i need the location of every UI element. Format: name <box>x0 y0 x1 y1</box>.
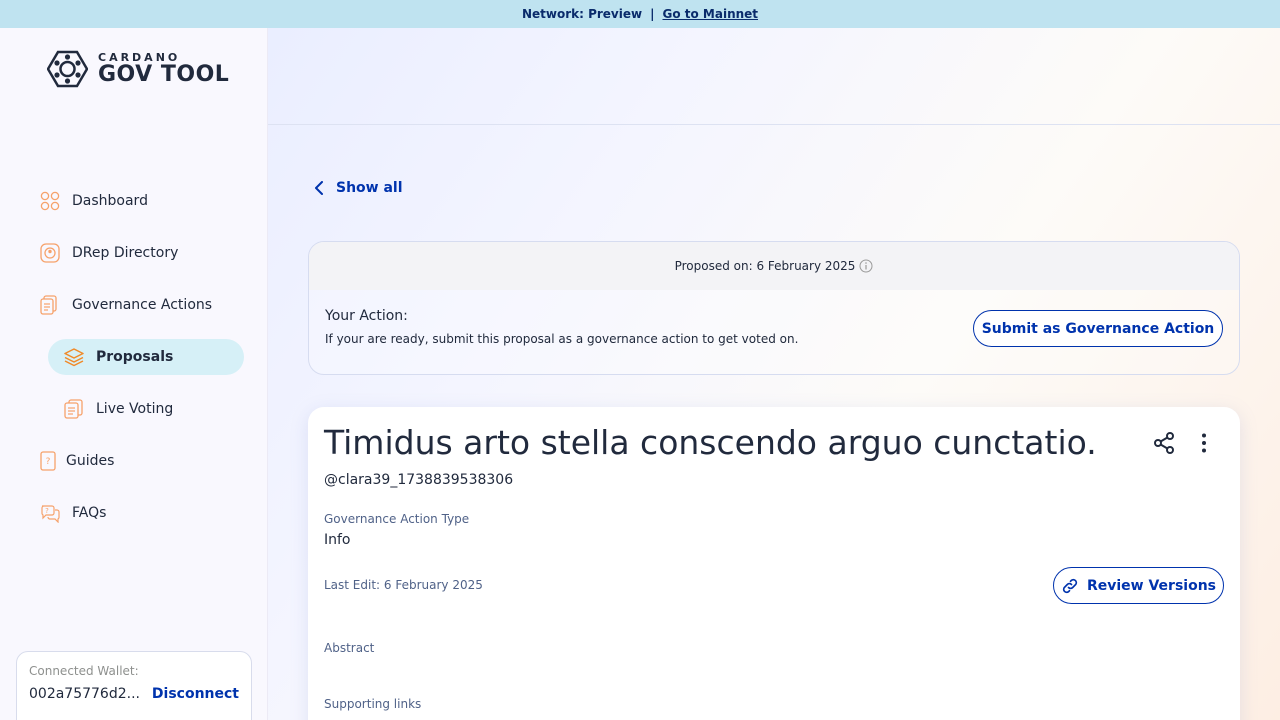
svg-text:?: ? <box>46 457 51 467</box>
svg-text:?: ? <box>45 507 49 515</box>
sidebar-item-faqs[interactable]: ? FAQs <box>40 495 106 531</box>
more-options-icon[interactable] <box>1192 431 1216 455</box>
sidebar-item-dashboard[interactable]: Dashboard <box>40 183 148 219</box>
sidebar-item-label: FAQs <box>72 505 107 521</box>
network-banner: Network: Preview | Go to Mainnet <box>0 0 1280 28</box>
last-edit-text: Last Edit: 6 February 2025 <box>324 578 483 592</box>
sidebar-item-label: Dashboard <box>72 193 148 209</box>
proposal-title: Timidus arto stella conscendo arguo cunc… <box>324 423 1097 462</box>
banner-separator: | <box>650 7 655 21</box>
faqs-icon: ? <box>41 505 60 523</box>
sidebar-item-live-voting[interactable]: Live Voting <box>64 391 173 427</box>
proposed-on-text: Proposed on: 6 February 2025 <box>674 259 856 273</box>
cardano-logo-icon <box>47 50 88 88</box>
proposed-on-bar: Proposed on: 6 February 2025 <box>309 242 1239 290</box>
sidebar-item-governance-actions[interactable]: Governance Actions <box>40 287 212 323</box>
submit-governance-action-button[interactable]: Submit as Governance Action <box>973 310 1223 347</box>
sidebar: CARDANO GOV TOOL Dashboard DRep Director… <box>0 28 268 720</box>
disconnect-button[interactable]: Disconnect <box>152 686 239 702</box>
app-logo[interactable]: CARDANO GOV TOOL <box>47 50 229 88</box>
sidebar-item-label: Guides <box>66 453 115 469</box>
sidebar-item-label: Live Voting <box>96 401 174 417</box>
review-versions-button[interactable]: Review Versions <box>1053 567 1224 604</box>
link-icon <box>1062 578 1078 593</box>
logo-big-text: GOV TOOL <box>98 62 230 87</box>
proposals-icon <box>64 348 84 367</box>
governance-icon <box>40 295 57 315</box>
proposal-author: @clara39_1738839538306 <box>324 472 514 488</box>
sidebar-item-label: DRep Directory <box>72 245 179 261</box>
abstract-label: Abstract <box>324 641 375 655</box>
sidebar-item-label: Proposals <box>96 349 174 365</box>
governance-action-type-label: Governance Action Type <box>324 512 470 526</box>
go-to-mainnet-link[interactable]: Go to Mainnet <box>662 7 758 21</box>
info-icon[interactable] <box>859 259 873 273</box>
connected-wallet-panel: Connected Wallet: 002a75776d2... Disconn… <box>16 651 252 720</box>
drep-icon <box>40 243 60 263</box>
guides-icon: ? <box>40 451 56 471</box>
sidebar-item-drep-directory[interactable]: DRep Directory <box>40 235 178 271</box>
your-action-title: Your Action: <box>325 308 408 324</box>
live-voting-icon <box>64 399 83 419</box>
wallet-address: 002a75776d2... <box>29 686 140 702</box>
supporting-links-label: Supporting links <box>324 697 422 711</box>
sidebar-item-label: Governance Actions <box>72 297 213 313</box>
main-header <box>268 28 1280 125</box>
show-all-label: Show all <box>336 180 403 196</box>
wallet-label: Connected Wallet: <box>29 664 139 678</box>
sidebar-item-guides[interactable]: ? Guides <box>40 443 114 479</box>
logo-text: CARDANO GOV TOOL <box>98 51 229 87</box>
chevron-left-icon <box>315 181 323 195</box>
sidebar-item-proposals[interactable]: Proposals <box>48 339 244 375</box>
your-action-card: Proposed on: 6 February 2025 Your Action… <box>308 241 1240 375</box>
network-label: Network: Preview <box>521 7 643 21</box>
review-versions-label: Review Versions <box>1086 577 1217 594</box>
show-all-link[interactable]: Show all <box>314 180 403 196</box>
proposal-card: Timidus arto stella conscendo arguo cunc… <box>308 407 1240 720</box>
dashboard-icon <box>40 191 60 211</box>
governance-action-type-value: Info <box>324 532 351 548</box>
your-action-description: If your are ready, submit this proposal … <box>325 332 799 346</box>
main-content: Show all Proposed on: 6 February 2025 Yo… <box>268 28 1280 720</box>
share-icon[interactable] <box>1152 431 1176 455</box>
